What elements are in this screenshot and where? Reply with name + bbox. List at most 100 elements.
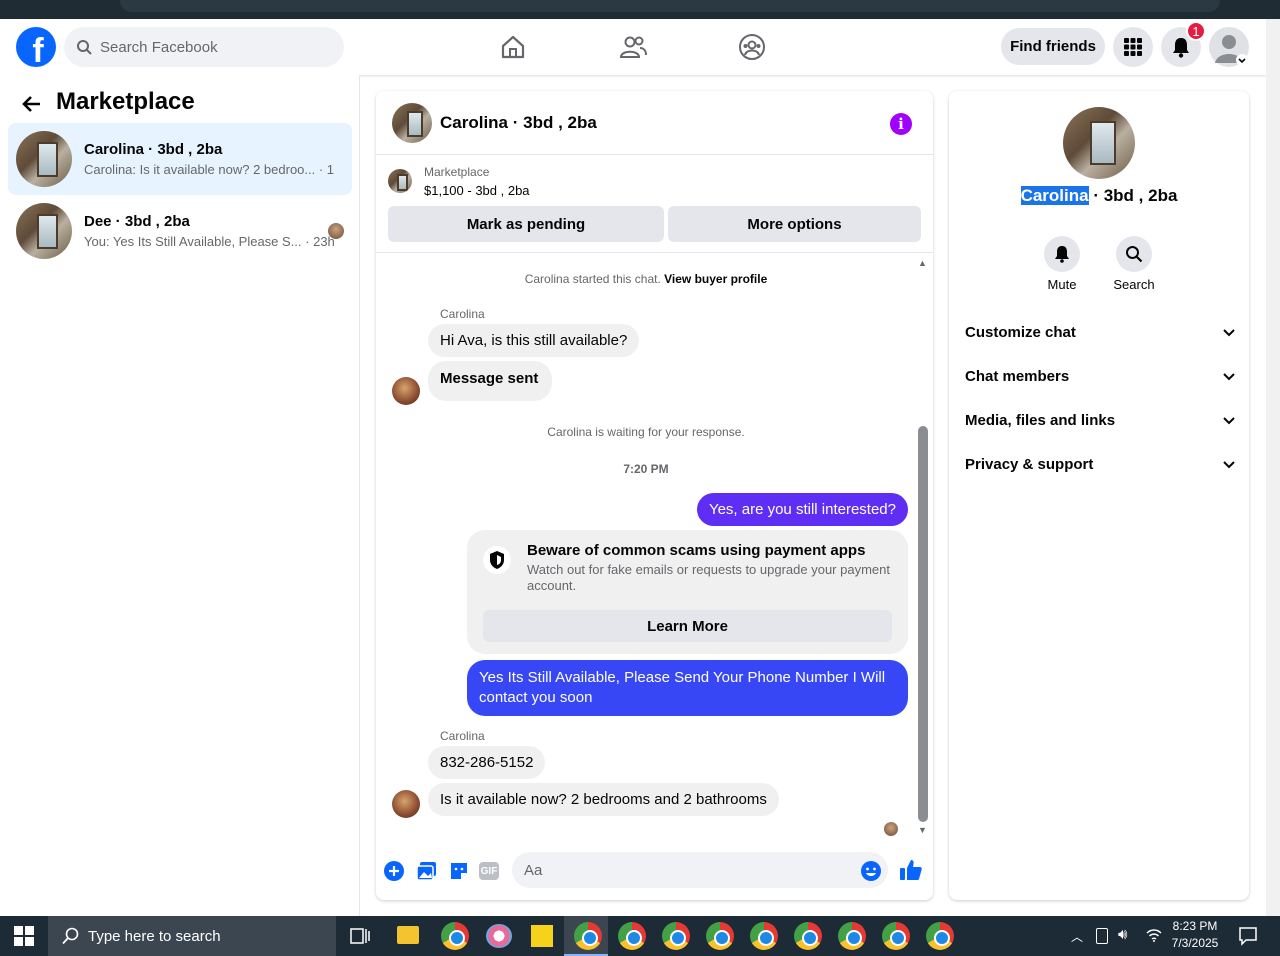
chrome-icon[interactable] bbox=[706, 922, 734, 950]
sender-avatar[interactable] bbox=[392, 377, 420, 405]
chevron-down-icon bbox=[1223, 328, 1235, 336]
snip-sketch-icon[interactable] bbox=[486, 924, 512, 948]
groups-icon[interactable] bbox=[737, 32, 767, 62]
page-scrollbar[interactable] bbox=[1266, 19, 1280, 916]
chrome-profile-icon[interactable] bbox=[441, 922, 469, 950]
accordion-chat-members[interactable]: Chat members bbox=[965, 368, 1235, 385]
conversation-preview: You: Yes Its Still Available, Please S..… bbox=[84, 234, 334, 249]
message-placeholder: Aa bbox=[524, 861, 543, 879]
timestamp: 7:20 PM bbox=[623, 462, 669, 476]
search-icon bbox=[62, 927, 79, 945]
account-avatar[interactable] bbox=[1209, 27, 1249, 67]
conversation-preview: Carolina: Is it available now? 2 bedroo.… bbox=[84, 162, 334, 177]
volume-icon[interactable]: 🔊︎ bbox=[1118, 926, 1127, 943]
waiting-notice: Carolina is waiting for your response. bbox=[547, 425, 745, 439]
chevron-down-icon bbox=[1223, 460, 1235, 468]
conversation-item-dee[interactable]: Dee · 3bd , 2ba You: Yes Its Still Avail… bbox=[8, 195, 352, 267]
windows-start-icon[interactable] bbox=[14, 926, 34, 949]
chrome-icon[interactable] bbox=[794, 922, 822, 950]
scam-warning-title: Beware of common scams using payment app… bbox=[527, 542, 866, 559]
message-bubble[interactable]: Hi Ava, is this still available? bbox=[428, 324, 640, 357]
chrome-icon[interactable] bbox=[838, 922, 866, 950]
clock-time: 8:23 PM bbox=[1172, 919, 1218, 933]
task-view-icon[interactable] bbox=[350, 927, 370, 948]
sticky-notes-icon[interactable] bbox=[531, 925, 553, 947]
find-friends-button[interactable]: Find friends bbox=[1001, 28, 1105, 65]
chat-scrollbar-thumb[interactable] bbox=[918, 426, 928, 822]
facebook-logo[interactable]: f bbox=[16, 27, 56, 67]
address-bar[interactable] bbox=[120, 0, 1220, 12]
photo-icon[interactable] bbox=[416, 860, 438, 882]
home-icon[interactable] bbox=[498, 32, 528, 62]
chrome-icon[interactable] bbox=[882, 922, 910, 950]
chrome-icon[interactable] bbox=[750, 922, 778, 950]
conversation-item-carolina[interactable]: Carolina · 3bd , 2ba Carolina: Is it ava… bbox=[8, 123, 352, 195]
accordion-customize-chat[interactable]: Customize chat bbox=[965, 324, 1235, 341]
sticker-icon[interactable] bbox=[448, 860, 470, 882]
my-message-bubble[interactable]: Yes, are you still interested? bbox=[696, 493, 908, 526]
mute-bell-icon[interactable] bbox=[1044, 236, 1080, 272]
chevron-down-icon bbox=[1223, 416, 1235, 424]
my-message-bubble[interactable]: Yes Its Still Available, Please Send You… bbox=[467, 660, 908, 716]
accordion-label: Media, files and links bbox=[965, 412, 1116, 429]
conversation-name: Dee · 3bd , 2ba bbox=[84, 213, 190, 230]
listing-thumbnail bbox=[16, 203, 72, 259]
scroll-down-arrow-icon[interactable]: ▼ bbox=[918, 825, 927, 835]
view-buyer-profile-link[interactable]: View buyer profile bbox=[664, 272, 767, 286]
scroll-up-arrow-icon[interactable]: ▲ bbox=[918, 258, 927, 268]
browser-toolbar bbox=[0, 0, 1280, 19]
title-rest: · 3bd , 2ba bbox=[1088, 186, 1178, 205]
battery-icon[interactable] bbox=[1096, 928, 1108, 944]
action-center-icon[interactable] bbox=[1238, 926, 1258, 949]
chevron-up-icon[interactable]: ︿ bbox=[1071, 928, 1083, 945]
mark-pending-button[interactable]: Mark as pending bbox=[388, 206, 664, 242]
mute-label: Mute bbox=[1047, 277, 1077, 292]
search-placeholder: Search Facebook bbox=[100, 38, 218, 56]
info-icon[interactable]: i bbox=[890, 113, 912, 135]
message-bubble[interactable]: Message sent bbox=[428, 361, 553, 401]
listing-thumbnail bbox=[388, 169, 412, 193]
chrome-icon[interactable] bbox=[926, 922, 954, 950]
taskbar-search[interactable]: Type here to search bbox=[48, 916, 336, 956]
menu-grid-icon[interactable] bbox=[1113, 27, 1153, 67]
chrome-icon[interactable] bbox=[574, 922, 602, 950]
scam-warning-card: Beware of common scams using payment app… bbox=[467, 530, 908, 654]
sender-avatar[interactable] bbox=[392, 790, 420, 818]
friends-icon[interactable] bbox=[618, 32, 648, 62]
chat-started-notice: Carolina started this chat. View buyer p… bbox=[376, 272, 916, 286]
message-input[interactable]: Aa bbox=[512, 852, 888, 888]
accordion-privacy-support[interactable]: Privacy & support bbox=[965, 456, 1235, 473]
accordion-media-files-links[interactable]: Media, files and links bbox=[965, 412, 1235, 429]
started-text: Carolina started this chat. bbox=[524, 272, 665, 286]
chevron-down-icon bbox=[1223, 372, 1235, 380]
wifi-icon[interactable] bbox=[1146, 928, 1162, 945]
accordion-label: Customize chat bbox=[965, 324, 1076, 341]
search-icon bbox=[77, 40, 92, 55]
learn-more-button[interactable]: Learn More bbox=[483, 610, 892, 642]
shield-icon bbox=[483, 546, 511, 574]
chrome-icon[interactable] bbox=[662, 922, 690, 950]
details-title: Carolina · 3bd , 2ba bbox=[949, 186, 1249, 206]
search-icon[interactable] bbox=[1116, 236, 1152, 272]
taskbar-clock[interactable]: 8:23 PM 7/3/2025 bbox=[1168, 918, 1222, 952]
plus-icon[interactable] bbox=[383, 860, 405, 882]
message-bubble[interactable]: 832-286-5152 bbox=[428, 746, 546, 779]
message-bubble[interactable]: Is it available now? 2 bedrooms and 2 ba… bbox=[428, 783, 779, 816]
gif-icon[interactable]: GIF bbox=[479, 862, 499, 880]
file-explorer-icon[interactable] bbox=[397, 926, 419, 944]
title-highlighted-name: Carolina bbox=[1020, 186, 1089, 205]
divider bbox=[376, 252, 933, 253]
more-options-button[interactable]: More options bbox=[668, 206, 921, 242]
accordion-label: Privacy & support bbox=[965, 456, 1094, 473]
accordion-label: Chat members bbox=[965, 368, 1070, 385]
chat-header[interactable]: Carolina · 3bd , 2ba bbox=[376, 91, 933, 155]
clock-date: 7/3/2025 bbox=[1171, 936, 1219, 950]
seen-avatar bbox=[884, 822, 898, 836]
search-input[interactable]: Search Facebook bbox=[64, 27, 344, 67]
thumbs-up-icon[interactable] bbox=[899, 858, 923, 882]
emoji-icon[interactable] bbox=[860, 860, 882, 882]
back-arrow-icon[interactable] bbox=[20, 92, 44, 116]
chrome-icon[interactable] bbox=[618, 922, 646, 950]
page-title: Marketplace bbox=[56, 88, 195, 115]
chat-thumbnail bbox=[392, 102, 432, 143]
